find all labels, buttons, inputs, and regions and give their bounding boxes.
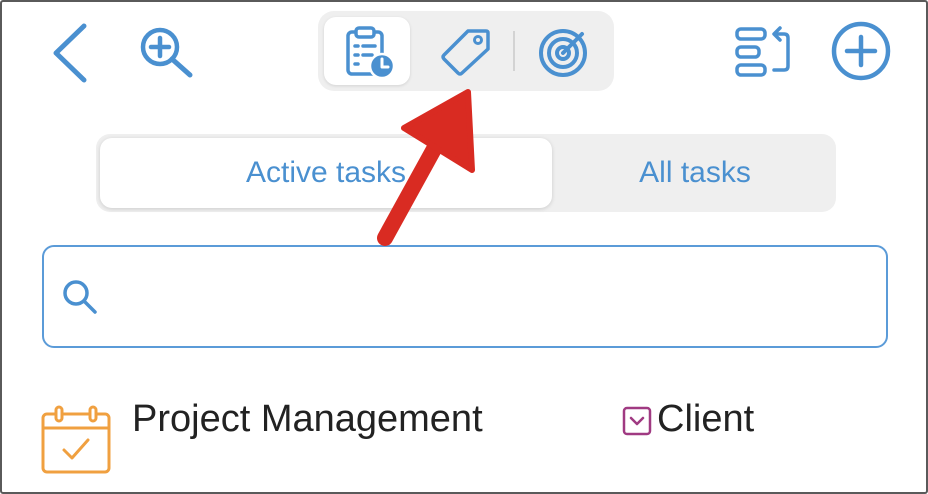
all-tasks-tab[interactable]: All tasks (556, 138, 834, 208)
zoom-in-icon[interactable] (138, 26, 196, 80)
view-switcher (318, 11, 614, 91)
task-title[interactable]: Project Management (132, 398, 483, 441)
checkbox-icon (622, 406, 652, 436)
app-screen: Active tasks All tasks Project Managemen… (0, 0, 928, 494)
chevron-left-icon[interactable] (46, 20, 92, 86)
calendar-check-icon (40, 404, 112, 476)
clipboard-clock-icon[interactable] (344, 26, 396, 80)
sort-list-icon[interactable] (734, 26, 792, 78)
client-tag-label: Client (657, 398, 755, 440)
view-switcher-divider (513, 31, 515, 71)
search-field[interactable] (42, 245, 888, 348)
target-icon[interactable] (536, 25, 590, 79)
task-filter-segmented-control: Active tasks All tasks (96, 134, 836, 212)
plus-circle-icon[interactable] (830, 20, 892, 82)
search-icon (60, 277, 100, 317)
tag-icon[interactable] (438, 27, 492, 77)
active-tasks-tab[interactable]: Active tasks (100, 138, 552, 208)
search-input[interactable] (124, 267, 868, 325)
